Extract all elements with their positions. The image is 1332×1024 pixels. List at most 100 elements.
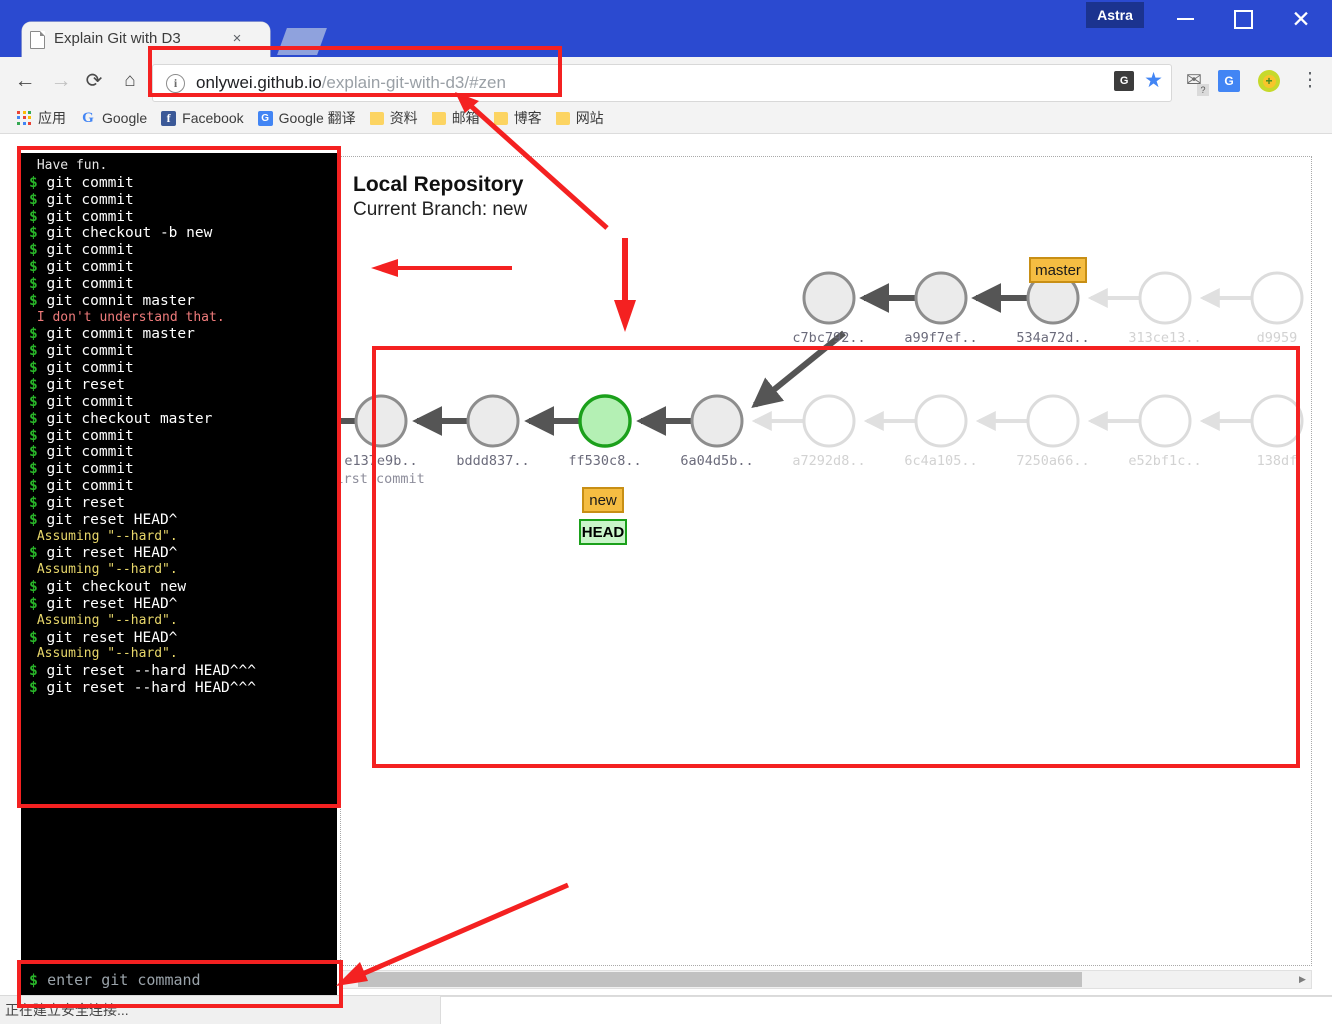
commit-node[interactable]: 6a04d5b.. [680, 394, 754, 469]
forward-icon[interactable]: → [49, 69, 73, 93]
bookmark-google-translate[interactable]: G Google 翻译 [251, 106, 363, 130]
translate-page-icon[interactable]: G [1114, 71, 1135, 91]
terminal-line: $ git reset [29, 377, 333, 394]
terminal-line: $ git commit [29, 242, 333, 259]
prompt-symbol: $ [29, 444, 38, 461]
prompt-symbol: $ [29, 478, 38, 495]
terminal-command: git commit [37, 461, 134, 478]
bookmark-folder-youxiang[interactable]: 邮箱 [425, 106, 487, 130]
commit-node[interactable]: 138df [1250, 394, 1304, 469]
terminal-line: $ git commit [29, 192, 333, 209]
bookmark-google[interactable]: G Google [73, 106, 154, 130]
back-icon[interactable]: ← [13, 69, 37, 93]
bookmark-label: 网站 [575, 110, 604, 126]
terminal-line: $ git commit [29, 209, 333, 226]
green-extension-icon[interactable]: + [1258, 70, 1280, 92]
terminal-line: Assuming "--hard". [29, 528, 178, 544]
commit-node[interactable]: e52bf1c.. [1128, 394, 1202, 469]
bookmark-star-icon[interactable]: ★ [1144, 70, 1163, 91]
terminal-line: $ git commit [29, 444, 333, 461]
terminal-line: Have fun. [29, 158, 108, 173]
terminal-command: git comnit master [37, 292, 195, 309]
commit-node[interactable]: 534a72d.. [1016, 271, 1090, 346]
translate-extension-icon[interactable]: G [1218, 70, 1240, 92]
commit-id: a99f7ef.. [904, 330, 977, 346]
prompt-symbol: $ [29, 410, 38, 427]
terminal-input-panel[interactable]: $ enter git command [21, 960, 337, 995]
terminal-command: git reset HEAD^ [37, 511, 178, 528]
commit-node[interactable]: c7bc792.. [792, 271, 866, 346]
horizontal-scrollbar[interactable]: ◀ ▶ [340, 970, 1312, 989]
terminal-input[interactable]: $ enter git command [29, 971, 201, 989]
commit-id: e137e9b.. [344, 453, 417, 469]
commit-node[interactable]: e137e9b.. first commit [341, 394, 425, 487]
commit-node[interactable]: d9959 [1250, 271, 1304, 346]
green-extension-badge: + [1262, 74, 1276, 88]
commit-node[interactable]: 7250a66.. [1016, 394, 1090, 469]
bookmark-apps[interactable]: 应用 [10, 106, 73, 130]
terminal-line: $ git reset HEAD^ [29, 630, 333, 647]
terminal-command: git commit [37, 174, 134, 191]
commit-node[interactable]: 313ce13.. [1128, 271, 1202, 346]
terminal-command: git commit [37, 275, 134, 292]
commit-node[interactable]: bddd837.. [456, 394, 530, 469]
scroll-left-arrow-icon[interactable]: ◀ [342, 972, 357, 987]
bookmark-facebook[interactable]: f Facebook [154, 106, 250, 130]
home-icon[interactable]: ⌂ [118, 69, 142, 93]
bookmark-folder-boke[interactable]: 博客 [487, 106, 549, 130]
terminal-line: $ git commit [29, 259, 333, 276]
prompt-symbol: $ [29, 259, 38, 276]
tab-title: Explain Git with D3 [54, 30, 181, 47]
terminal-line: $ git reset HEAD^ [29, 545, 333, 562]
prompt-symbol: $ [29, 494, 38, 511]
reload-icon[interactable]: ⟳ [82, 69, 106, 93]
local-repository-canvas[interactable]: Local Repository Current Branch: new c7b… [340, 156, 1312, 966]
prompt-symbol: $ [29, 326, 38, 343]
new-tab-button[interactable] [277, 28, 327, 55]
chrome-menu-icon[interactable]: ⋮ [1300, 68, 1320, 94]
site-info-icon[interactable]: i [166, 73, 185, 93]
commit-id: 534a72d.. [1016, 330, 1089, 346]
commit-node[interactable]: a7292d8.. [792, 394, 866, 469]
prompt-symbol: $ [29, 680, 38, 697]
prompt-symbol: $ [29, 242, 38, 259]
commit-graph: c7bc792.. a99f7ef.. 534a72d.. 313ce13.. … [341, 271, 1304, 487]
prompt-symbol: $ [29, 595, 38, 612]
terminal-command: git commit [37, 427, 134, 444]
bookmark-folder-ziliao[interactable]: 资料 [363, 106, 425, 130]
bookmark-label: 邮箱 [451, 110, 480, 126]
terminal-line: Assuming "--hard". [29, 646, 178, 662]
terminal-command: git commit master [37, 326, 195, 343]
terminal-command: git commit [37, 191, 134, 208]
branch-tag-new[interactable]: new [582, 487, 624, 513]
terminal-line: Assuming "--hard". [29, 612, 178, 628]
prompt-symbol: $ [29, 174, 38, 191]
prompt-symbol: $ [29, 663, 38, 680]
address-bar-url: onlywei.github.io/explain-git-with-d3/#z… [196, 73, 506, 93]
branch-tag-master[interactable]: master [1029, 257, 1087, 283]
bookmark-label: Google [102, 110, 148, 126]
commit-node[interactable]: 6c4a105.. [904, 394, 978, 469]
commit-node[interactable]: a99f7ef.. [904, 271, 978, 346]
terminal-input-placeholder: enter git command [47, 971, 201, 989]
bookmark-folder-wangzhan[interactable]: 网站 [549, 106, 611, 130]
page-content: Have fun. $ git commit $ git commit $ git c… [0, 134, 1332, 995]
scrollbar-thumb[interactable] [358, 972, 1082, 987]
terminal-line: $ git reset [29, 495, 333, 512]
mail-extension-icon[interactable]: ✉? [1182, 70, 1209, 96]
terminal-command: git checkout new [37, 579, 187, 596]
terminal-line: $ git reset --hard HEAD^^^ [29, 680, 333, 697]
facebook-icon: f [161, 110, 177, 126]
terminal-line: I don't understand that. [29, 309, 225, 325]
commit-node-head[interactable]: ff530c8.. [568, 394, 642, 469]
terminal-command: git checkout -b new [37, 225, 213, 242]
bookmark-label: 资料 [389, 110, 418, 126]
prompt-symbol: $ [29, 376, 38, 393]
scroll-right-arrow-icon[interactable]: ▶ [1295, 972, 1310, 987]
address-bar[interactable]: i onlywei.github.io/explain-git-with-d3/… [152, 64, 1172, 102]
tab-close-icon[interactable]: × [228, 30, 246, 48]
terminal-line: $ git commit [29, 428, 333, 445]
terminal-command: git reset --hard HEAD^^^ [37, 663, 256, 680]
bookmarks-bar: 应用 G Google f Facebook G Google 翻译 资料 邮箱… [0, 103, 1332, 134]
head-tag[interactable]: HEAD [579, 519, 627, 545]
